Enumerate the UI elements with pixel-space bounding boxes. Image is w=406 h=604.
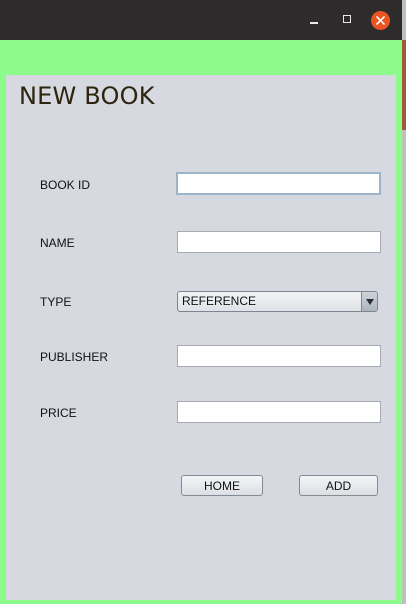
new-book-panel: NEW BOOK BOOK ID NAME TYPE REFERENCE PUB… xyxy=(6,75,396,600)
publisher-input[interactable] xyxy=(177,345,381,367)
close-icon[interactable] xyxy=(371,11,390,30)
minimize-icon[interactable] xyxy=(306,12,322,28)
publisher-label: PUBLISHER xyxy=(40,350,109,364)
name-label: NAME xyxy=(40,236,75,250)
window-titlebar[interactable] xyxy=(0,0,402,40)
price-label: PRICE xyxy=(40,406,77,420)
book-id-label: BOOK ID xyxy=(40,178,91,192)
window-content: NEW BOOK BOOK ID NAME TYPE REFERENCE PUB… xyxy=(0,40,402,604)
book-id-input[interactable] xyxy=(176,172,381,195)
add-button[interactable]: ADD xyxy=(299,475,378,496)
name-input[interactable] xyxy=(177,231,381,253)
type-select[interactable]: REFERENCE xyxy=(177,291,378,312)
scrollbar-thumb[interactable] xyxy=(402,40,406,130)
window-edge xyxy=(402,0,406,604)
type-label: TYPE xyxy=(40,295,72,309)
page-title: NEW BOOK xyxy=(19,82,155,110)
type-select-value: REFERENCE xyxy=(182,294,257,308)
chevron-down-icon[interactable] xyxy=(361,292,377,311)
maximize-icon[interactable] xyxy=(339,12,355,28)
home-button[interactable]: HOME xyxy=(181,475,263,496)
price-input[interactable] xyxy=(177,401,381,423)
